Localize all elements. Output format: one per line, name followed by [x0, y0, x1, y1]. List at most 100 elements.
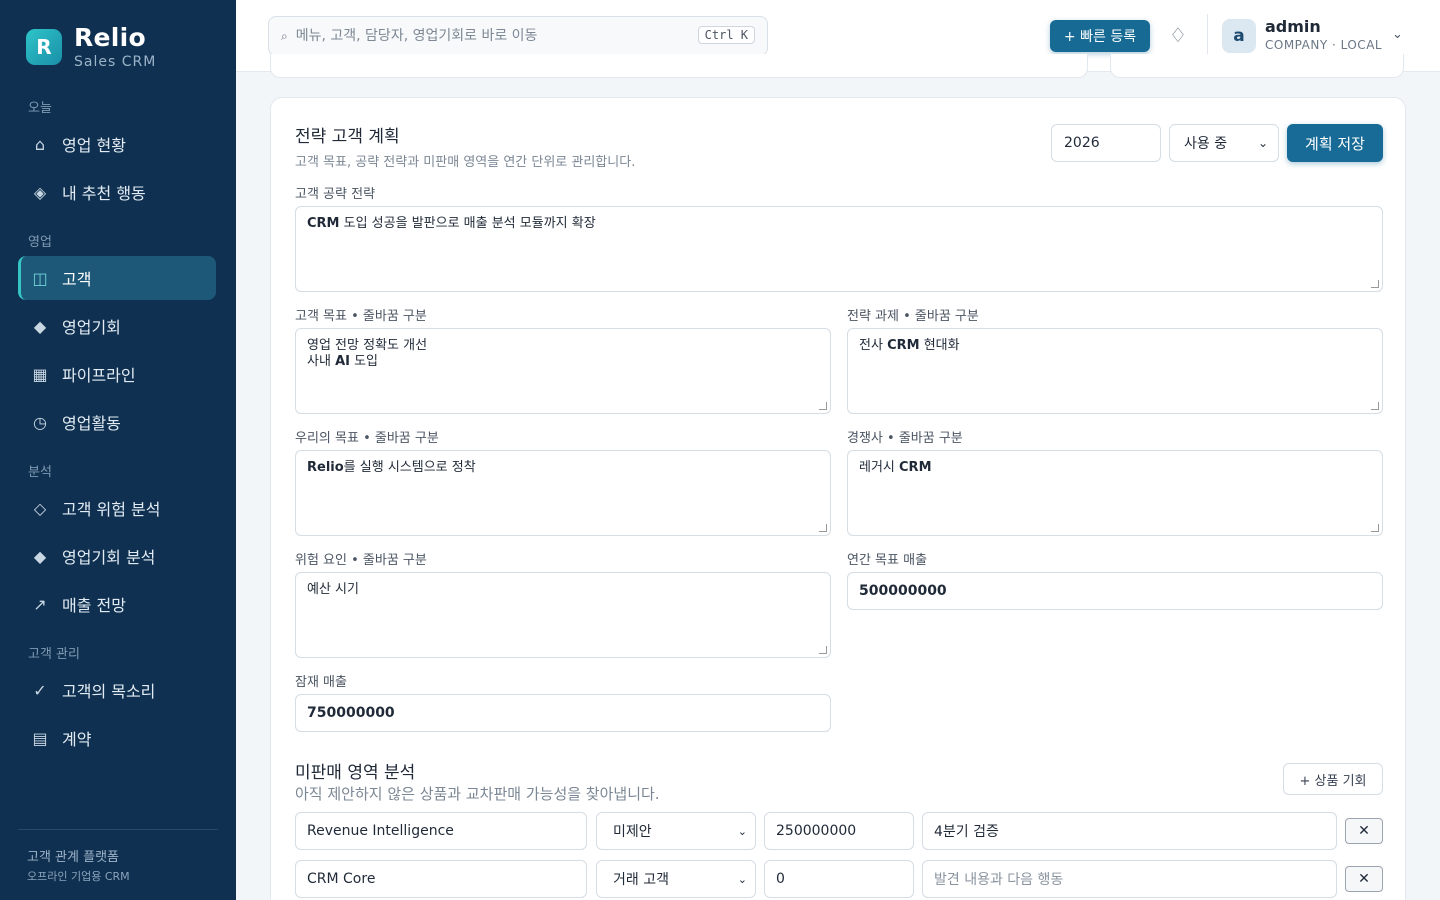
strategic-account-plan-card: 전략 고객 계획 고객 목표, 공략 전략과 미판매 영역을 연간 단위로 관리…	[270, 97, 1406, 900]
avatar[interactable]: a	[1222, 19, 1256, 53]
clock-icon: ◷	[33, 412, 47, 432]
whitespace-amount-input[interactable]: 0	[764, 860, 914, 898]
diamond-outline-icon: ◇	[33, 498, 47, 518]
potential-revenue-label: 잠재 매출	[295, 675, 347, 690]
sidebar-item-label: 영업기회	[62, 318, 121, 337]
whitespace-status-value: 미제안	[613, 824, 652, 840]
shortcut-hint: Ctrl K	[697, 26, 755, 44]
whitespace-status-value: 거래 고객	[613, 872, 669, 888]
sidebar-item-label: 영업활동	[62, 414, 121, 433]
strategic-tasks-textarea[interactable]: 전사 CRM 현대화	[847, 328, 1383, 414]
sidebar-item-opportunity-analysis[interactable]: ◆ 영업기회 분석	[18, 534, 216, 578]
topbar-divider	[1207, 14, 1208, 58]
whitespace-amount-input[interactable]: 250000000	[764, 812, 914, 850]
risk-factors-label: 위험 요인 • 줄바꿈 구분	[295, 553, 427, 568]
whitespace-product-input[interactable]: Revenue Intelligence	[295, 812, 587, 850]
search-input[interactable]	[295, 28, 676, 44]
brand[interactable]: R Relio Sales CRM	[26, 24, 156, 70]
document-icon: ▤	[32, 728, 48, 748]
nav-section-sales: 영업	[28, 235, 52, 250]
annual-target-input[interactable]: 500000000	[847, 572, 1383, 610]
sidebar-item-sales-overview[interactable]: ⌂ 영업 현황	[18, 122, 216, 166]
diamond-filled-icon: ◆	[33, 316, 47, 336]
sidebar-footer: 고객 관계 플랫폼 오프라인 기업용 CRM	[18, 829, 218, 884]
remove-row-button[interactable]: ✕	[1345, 818, 1383, 844]
competitors-value: 레거시 CRM	[859, 460, 932, 475]
our-goals-value: Relio를 실행 시스템으로 정착	[307, 460, 476, 475]
whitespace-status-select[interactable]: 거래 고객 ⌄	[596, 860, 756, 898]
competitors-textarea[interactable]: 레거시 CRM	[847, 450, 1383, 536]
chevron-down-icon: ⌄	[1257, 136, 1268, 150]
plan-status-value: 사용 중	[1184, 136, 1228, 152]
diamond-filled-icon: ◆	[33, 546, 47, 566]
sidebar-item-forecast[interactable]: ↗ 매출 전망	[18, 582, 216, 626]
notification-icon[interactable]: ♢	[1169, 23, 1187, 47]
close-icon: ✕	[1358, 871, 1370, 887]
save-plan-button[interactable]: 계획 저장	[1287, 124, 1383, 162]
strategic-tasks-label: 전략 과제 • 줄바꿈 구분	[847, 309, 979, 324]
whitespace-note-input[interactable]: 발견 내용과 다음 행동	[922, 860, 1337, 898]
quick-add-button[interactable]: + 빠른 등록	[1050, 20, 1150, 52]
home-icon: ⌂	[34, 134, 46, 154]
strategy-label: 고객 공략 전략	[295, 187, 376, 202]
grid-icon: ▦	[32, 364, 48, 384]
sidebar-item-activities[interactable]: ◷ 영업활동	[18, 400, 216, 444]
chevron-down-icon: ⌄	[737, 872, 747, 886]
whitespace-section-title: 미판매 영역 분석	[295, 763, 416, 783]
sidebar-item-voice-of-customer[interactable]: ✓ 고객의 목소리	[18, 668, 216, 712]
whitespace-note-input[interactable]: 4분기 검증	[922, 812, 1337, 850]
our-goals-textarea[interactable]: Relio를 실행 시스템으로 정착	[295, 450, 831, 536]
customer-goals-label: 고객 목표 • 줄바꿈 구분	[295, 309, 427, 324]
sidebar-item-label: 내 추천 행동	[62, 184, 146, 203]
whitespace-status-select[interactable]: 미제안 ⌄	[596, 812, 756, 850]
strategic-tasks-value: 전사 CRM 현대화	[859, 338, 960, 353]
competitors-label: 경쟁사 • 줄바꿈 구분	[847, 431, 963, 446]
sidebar-item-label: 파이프라인	[62, 366, 136, 385]
risk-factors-value: 예산 시기	[307, 582, 359, 597]
nav-section-customer-management: 고객 관리	[28, 647, 80, 662]
strategy-textarea[interactable]: CRM 도입 성공을 발판으로 매출 분석 모듈까지 확장	[295, 206, 1383, 292]
card-description: 고객 목표, 공략 전략과 미판매 영역을 연간 단위로 관리합니다.	[295, 155, 636, 170]
sidebar-item-label: 계약	[62, 730, 92, 749]
previous-card-left	[270, 54, 1088, 78]
trend-arrow-icon: ↗	[33, 594, 47, 614]
chevron-down-icon[interactable]: ⌄	[1392, 27, 1403, 42]
whitespace-product-input[interactable]: CRM Core	[295, 860, 587, 898]
potential-revenue-input[interactable]: 750000000	[295, 694, 831, 732]
plan-year-input[interactable]	[1051, 124, 1161, 162]
add-product-opportunity-button[interactable]: + 상품 기회	[1283, 763, 1383, 795]
sidebar-item-label: 매출 전망	[62, 596, 126, 615]
sidebar-item-label: 영업 현황	[62, 136, 126, 155]
sidebar-item-customer-risk[interactable]: ◇ 고객 위험 분석	[18, 486, 216, 530]
card-title: 전략 고객 계획	[295, 127, 400, 147]
sidebar-item-pipeline[interactable]: ▦ 파이프라인	[18, 352, 216, 396]
customer-goals-textarea[interactable]: 영업 전망 정확도 개선 사내 AI 도입	[295, 328, 831, 414]
brand-subtitle: Sales CRM	[74, 54, 157, 70]
user-name[interactable]: admin	[1265, 17, 1321, 36]
plan-status-select[interactable]: 사용 중 ⌄	[1169, 124, 1279, 162]
remove-row-button[interactable]: ✕	[1345, 866, 1383, 892]
annual-target-label: 연간 목표 매출	[847, 553, 928, 568]
chevron-down-icon: ⌄	[737, 824, 747, 838]
previous-card-right	[1110, 54, 1404, 78]
sidebar-item-customers[interactable]: ◫ 고객	[18, 256, 216, 300]
sidebar-footer-title: 고객 관계 플랫폼	[27, 850, 119, 865]
strategy-value: CRM 도입 성공을 발판으로 매출 분석 모듈까지 확장	[307, 216, 596, 231]
search-icon: ⌕	[281, 28, 288, 43]
sidebar-item-label: 고객 위험 분석	[62, 500, 161, 519]
columns-icon: ◫	[32, 268, 48, 288]
sidebar-item-contracts[interactable]: ▤ 계약	[18, 716, 216, 760]
brand-logo: R	[26, 29, 62, 65]
global-search[interactable]: ⌕ Ctrl K	[268, 16, 768, 56]
whitespace-section-description: 아직 제안하지 않은 상품과 교차판매 가능성을 찾아냅니다.	[295, 785, 660, 803]
sidebar-item-label: 영업기회 분석	[62, 548, 156, 567]
sidebar-item-opportunities[interactable]: ◆ 영업기회	[18, 304, 216, 348]
brand-name: Relio	[74, 23, 147, 52]
risk-factors-textarea[interactable]: 예산 시기	[295, 572, 831, 658]
user-workspace: COMPANY · LOCAL	[1265, 38, 1383, 52]
check-icon: ✓	[33, 680, 47, 700]
sidebar-footer-subtitle: 오프라인 기업용 CRM	[27, 870, 130, 883]
our-goals-label: 우리의 목표 • 줄바꿈 구분	[295, 431, 439, 446]
sidebar-item-recommended-actions[interactable]: ◈ 내 추천 행동	[18, 170, 216, 214]
nav-section-today: 오늘	[28, 101, 52, 116]
